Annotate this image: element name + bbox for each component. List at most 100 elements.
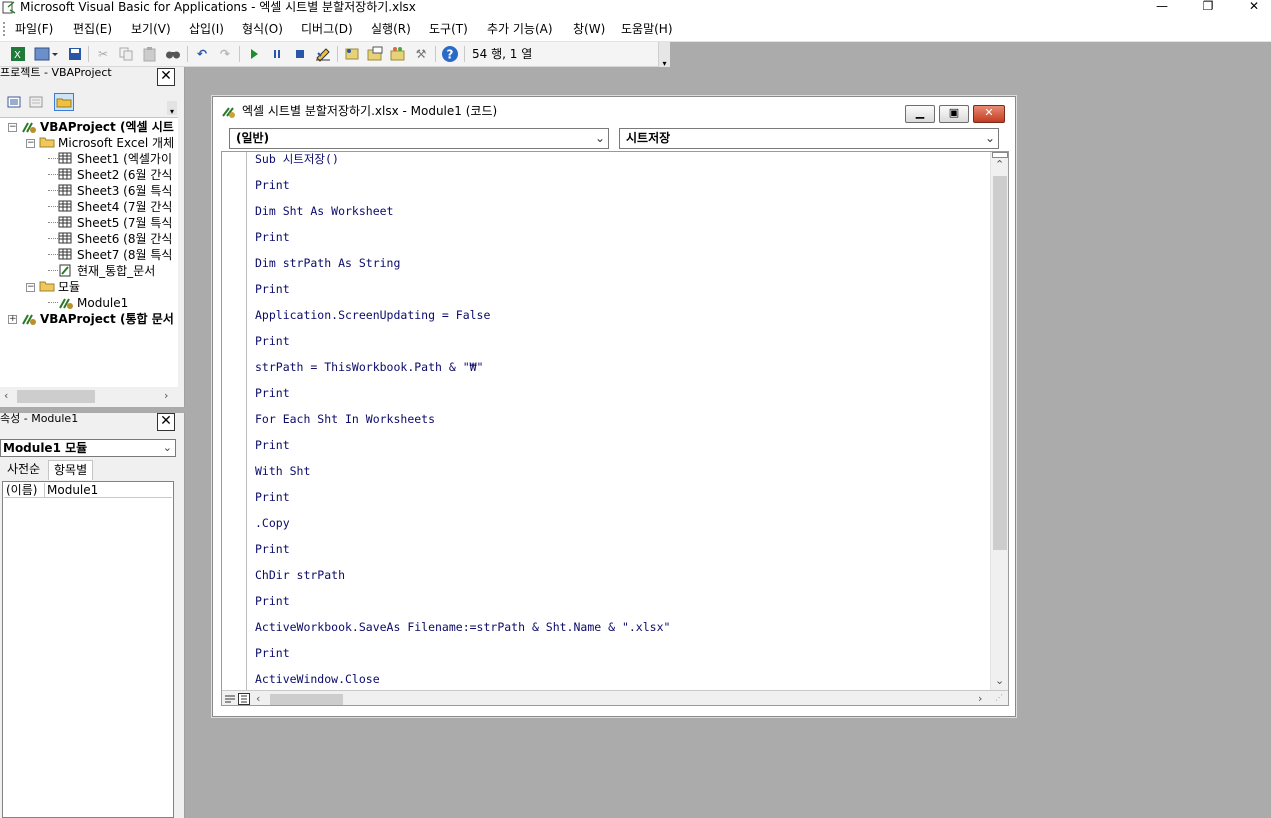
property-row[interactable]: (이름) Module1 <box>4 483 172 498</box>
scroll-thumb[interactable] <box>270 694 343 705</box>
menu-tools[interactable]: 도구(T) <box>427 20 470 38</box>
toggle-folders-icon[interactable] <box>54 93 74 111</box>
full-module-view-icon[interactable] <box>238 693 250 705</box>
menu-run[interactable]: 실행(R) <box>369 20 413 38</box>
code-line[interactable]: Print <box>255 542 290 568</box>
toolbar-options-icon[interactable]: ▾ <box>658 42 670 68</box>
code-line[interactable]: Print <box>255 594 290 620</box>
tab-alphabetic[interactable]: 사전순 <box>2 460 45 480</box>
code-line[interactable]: Print <box>255 438 290 464</box>
view-object-icon[interactable] <box>26 93 46 111</box>
code-line[interactable]: Print <box>255 178 290 204</box>
size-grip-icon[interactable]: ⋰ <box>995 693 1003 702</box>
design-mode-icon[interactable] <box>314 45 332 63</box>
code-line[interactable]: Print <box>255 230 290 256</box>
object-combo[interactable]: (일반) ⌄ <box>229 128 609 149</box>
project-horizontal-scrollbar[interactable]: ‹ › <box>0 387 178 405</box>
code-line[interactable]: Dim Sht As Worksheet <box>255 204 393 230</box>
menu-grip[interactable] <box>3 22 5 36</box>
redo-icon[interactable]: ↷ <box>216 45 234 63</box>
code-vertical-scrollbar[interactable]: ⌃ ⌄ <box>990 152 1008 690</box>
code-line[interactable]: Print <box>255 490 290 516</box>
menu-window[interactable]: 창(W) <box>571 20 607 38</box>
paste-icon[interactable] <box>141 45 159 63</box>
tree-connector <box>48 302 58 303</box>
save-icon[interactable] <box>66 45 84 63</box>
close-button[interactable]: ✕ <box>1231 0 1271 16</box>
procedure-view-icon[interactable] <box>224 693 236 705</box>
scroll-down-icon[interactable]: ⌄ <box>995 674 1004 688</box>
tree-item-label: Sheet3 (6월 특식 <box>77 184 173 198</box>
code-editor[interactable]: Sub 시트저장() Print Dim Sht As Worksheet Print… <box>221 151 1009 706</box>
menu-file[interactable]: 파일(F) <box>13 20 55 38</box>
code-line[interactable]: ActiveWorkbook.SaveAs Filename:=strPath … <box>255 620 670 646</box>
help-icon[interactable]: ? <box>441 45 459 63</box>
code-horizontal-scrollbar[interactable]: ‹ › ⋰ <box>222 690 1008 705</box>
collapse-icon[interactable]: − <box>26 283 35 292</box>
menu-edit[interactable]: 편집(E) <box>71 20 114 38</box>
menu-view[interactable]: 보기(V) <box>129 20 173 38</box>
undo-icon[interactable]: ↶ <box>193 45 211 63</box>
excel-icon[interactable]: X <box>9 45 27 63</box>
restore-button[interactable]: ❐ <box>1185 0 1231 16</box>
minimize-button[interactable]: ▁ <box>905 105 935 123</box>
properties-object-select[interactable]: Module1 모듈 ⌄ <box>0 439 176 457</box>
find-icon[interactable] <box>164 45 182 63</box>
expand-icon[interactable]: + <box>8 315 17 324</box>
code-line[interactable]: Sub 시트저장() <box>255 152 339 178</box>
reset-icon[interactable] <box>291 45 309 63</box>
code-line[interactable]: ChDir strPath <box>255 568 345 594</box>
project-explorer-icon[interactable] <box>343 45 361 63</box>
scroll-left-icon[interactable]: ‹ <box>256 692 260 705</box>
scroll-right-icon[interactable]: › <box>978 692 982 705</box>
code-line[interactable]: For Each Sht In Worksheets <box>255 412 435 438</box>
tab-categorized[interactable]: 항목별 <box>48 460 94 480</box>
code-line[interactable]: Print <box>255 646 290 672</box>
close-icon[interactable]: ✕ <box>157 68 175 86</box>
code-line[interactable]: Print <box>255 334 290 360</box>
object-browser-icon[interactable] <box>389 45 407 63</box>
procedure-combo[interactable]: 시트저장 ⌄ <box>619 128 999 149</box>
code-window-title-bar: 엑셀 시트별 분할저장하기.xlsx - Module1 (코드) ▁ ▣ ✕ <box>213 97 1015 125</box>
code-line[interactable]: strPath = ThisWorkbook.Path & "₩" <box>255 360 483 386</box>
code-line[interactable]: Print <box>255 282 290 308</box>
menu-insert[interactable]: 삽입(I) <box>187 20 226 38</box>
code-line[interactable]: Dim strPath As String <box>255 256 400 282</box>
menu-help[interactable]: 도움말(H) <box>619 20 675 38</box>
minimize-button[interactable]: — <box>1139 0 1185 16</box>
menu-debug[interactable]: 디버그(D) <box>299 20 355 38</box>
chevron-down-icon[interactable]: ⌄ <box>595 129 605 148</box>
scroll-left-icon[interactable]: ‹ <box>4 389 8 403</box>
menu-addins[interactable]: 추가 기능(A) <box>485 20 555 38</box>
chevron-down-icon[interactable]: ⌄ <box>985 129 995 148</box>
code-line[interactable]: With Sht <box>255 464 310 490</box>
insert-module-icon[interactable] <box>33 45 59 63</box>
properties-icon[interactable] <box>366 45 384 63</box>
toolbox-icon[interactable]: ⚒ <box>412 45 430 63</box>
run-icon[interactable] <box>245 45 263 63</box>
scroll-thumb[interactable] <box>993 176 1007 550</box>
close-icon[interactable]: ✕ <box>157 413 175 431</box>
collapse-icon[interactable]: − <box>8 123 17 132</box>
break-icon[interactable] <box>268 45 286 63</box>
cut-icon[interactable]: ✂ <box>94 45 112 63</box>
project-toolbar-overflow-icon[interactable]: ▾ <box>167 101 177 116</box>
scroll-up-icon[interactable]: ⌃ <box>995 158 1004 172</box>
view-code-icon[interactable] <box>4 93 24 111</box>
restore-button[interactable]: ▣ <box>939 105 969 123</box>
sheet-icon <box>58 232 72 248</box>
collapse-icon[interactable]: − <box>26 139 35 148</box>
copy-icon[interactable] <box>117 45 135 63</box>
scroll-thumb[interactable] <box>17 390 95 403</box>
chevron-down-icon[interactable]: ⌄ <box>163 440 172 456</box>
close-button[interactable]: ✕ <box>973 105 1005 123</box>
code-line[interactable]: .Copy <box>255 516 290 542</box>
scroll-right-icon[interactable]: › <box>164 389 168 403</box>
properties-tabs: 사전순 항목별 <box>0 460 178 480</box>
code-line[interactable]: Application.ScreenUpdating = False <box>255 308 490 334</box>
folder-icon <box>39 280 55 296</box>
tree-item-label: Module1 <box>77 296 129 310</box>
code-line[interactable]: Print <box>255 386 290 412</box>
menu-format[interactable]: 형식(O) <box>240 20 285 38</box>
margin-indicator-bar[interactable] <box>222 152 247 690</box>
